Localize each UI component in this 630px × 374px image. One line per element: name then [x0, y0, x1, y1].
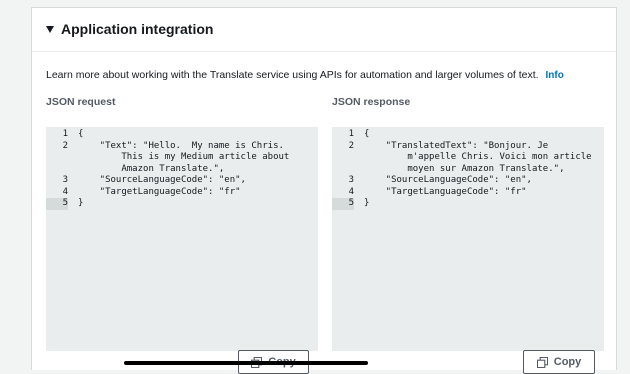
- code-line: {: [364, 129, 370, 139]
- line-number: 3: [62, 175, 68, 185]
- line-gutter: [332, 127, 356, 351]
- line-number: 2: [348, 140, 354, 151]
- code-line: "TargetLanguageCode": "fr": [364, 186, 527, 197]
- line-number: 4: [62, 186, 68, 197]
- code-line: "TranslatedText": "Bonjour. Je: [364, 140, 549, 151]
- copy-response-label: Copy: [553, 356, 582, 368]
- line-number: 2: [62, 140, 68, 151]
- line-number: 3: [348, 175, 354, 185]
- json-response-editor[interactable]: 1 {2 "TranslatedText": "Bonjour. Je m'app…: [332, 127, 604, 351]
- copy-icon: [536, 356, 548, 368]
- code-line: "SourceLanguageCode": "en",: [78, 175, 246, 185]
- code-line: {: [78, 129, 84, 139]
- line-number: 5: [332, 198, 354, 210]
- code-line: Amazon Translate.",: [78, 163, 225, 174]
- description-text: Learn more about working with the Transl…: [46, 69, 539, 81]
- line-gutter: [46, 127, 70, 351]
- json-response-label: JSON response: [332, 96, 411, 108]
- code-line: }: [364, 198, 370, 208]
- section-title: Application integration: [61, 21, 214, 37]
- json-request-editor[interactable]: 1 {2 "Text": "Hello. My name is Chris. Th…: [46, 127, 318, 351]
- code-line: This is my Medium article about: [78, 152, 290, 162]
- line-number: 1: [348, 129, 354, 139]
- caret-down-icon[interactable]: [46, 26, 54, 33]
- code-line: "Text": "Hello. My name is Chris.: [78, 140, 284, 151]
- code-line: moyen sur Amazon Translate.",: [364, 163, 565, 174]
- code-line: "TargetLanguageCode": "fr": [78, 186, 241, 197]
- line-number: 1: [62, 129, 68, 139]
- section-header[interactable]: Application integration: [32, 8, 616, 52]
- copy-response-button[interactable]: Copy: [523, 350, 595, 374]
- code-line: "SourceLanguageCode": "en",: [364, 175, 532, 185]
- section-description: Learn more about working with the Transl…: [46, 69, 564, 81]
- json-request-label: JSON request: [46, 96, 116, 108]
- code-line: }: [78, 198, 84, 208]
- home-indicator: [124, 361, 368, 365]
- application-integration-panel: Application integration Learn more about…: [31, 7, 617, 374]
- line-number: 4: [348, 186, 354, 197]
- code-line: m'appelle Chris. Voici mon article: [364, 152, 592, 162]
- line-number: 5: [46, 198, 68, 210]
- info-link[interactable]: Info: [546, 70, 564, 81]
